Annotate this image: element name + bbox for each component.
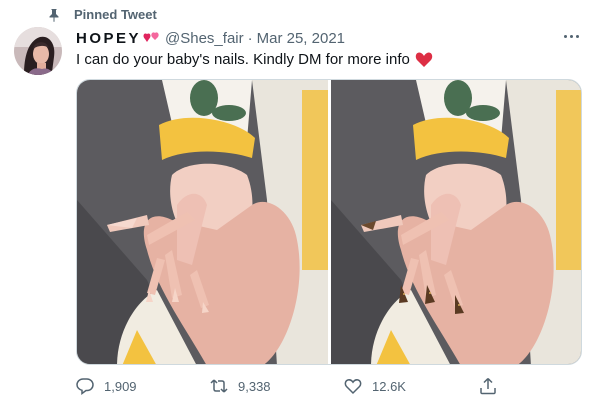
retweet-button[interactable]: 9,338 (210, 374, 271, 398)
avatar[interactable] (14, 27, 62, 75)
like-count: 12.6K (372, 378, 406, 394)
more-dot (575, 34, 579, 38)
red-heart-emoji (415, 52, 433, 67)
two-hearts-emoji (143, 32, 159, 42)
action-bar: 1,909 9,338 12.6K (76, 374, 582, 398)
photo-left[interactable] (77, 80, 328, 364)
reply-count: 1,909 (104, 378, 137, 394)
tweet-date[interactable]: Mar 25, 2021 (257, 30, 345, 47)
tweet-text: I can do your baby's nails. Kindly DM fo… (76, 50, 410, 68)
share-icon (480, 377, 496, 395)
pinned-indicator: Pinned Tweet (47, 6, 157, 24)
tweet-body: I can do your baby's nails. Kindly DM fo… (76, 49, 433, 69)
photo-nails-glitter (331, 80, 581, 364)
photo-right[interactable] (331, 80, 581, 364)
display-name[interactable]: HOPEY (76, 30, 141, 47)
reply-button[interactable]: 1,909 (76, 374, 137, 398)
separator-dot: · (247, 29, 253, 47)
tweet-card[interactable]: Pinned Tweet HOPEY @Shes_fair · Mar 25, … (0, 0, 594, 411)
like-button[interactable]: 12.6K (344, 374, 406, 398)
reply-icon (76, 378, 94, 395)
like-icon (344, 379, 362, 395)
media-grid (76, 79, 582, 365)
retweet-count: 9,338 (238, 378, 271, 394)
pin-icon (49, 9, 59, 22)
photo-nails-natural (77, 80, 328, 364)
avatar-image (14, 27, 62, 75)
share-button[interactable] (479, 374, 497, 398)
handle[interactable]: @Shes_fair (165, 30, 244, 47)
more-options-button[interactable] (560, 28, 582, 44)
tweet-header: HOPEY @Shes_fair · Mar 25, 2021 (76, 28, 345, 48)
pinned-label: Pinned Tweet (74, 7, 157, 22)
more-dot (563, 34, 567, 38)
retweet-icon (210, 379, 228, 393)
more-dot (569, 34, 573, 38)
